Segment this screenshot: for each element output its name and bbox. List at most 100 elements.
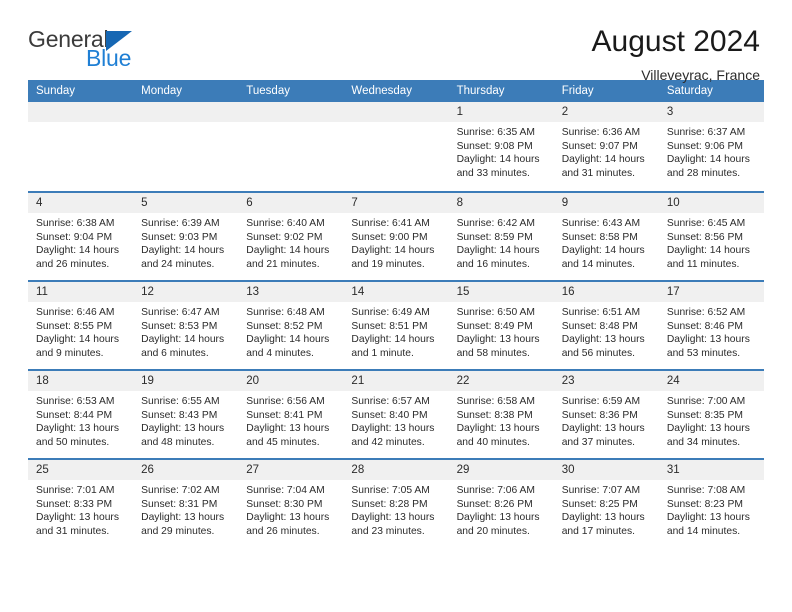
sunset-text: Sunset: 8:55 PM — [36, 320, 113, 332]
day-details: Sunrise: 6:55 AM Sunset: 8:43 PM Daylight:… — [133, 391, 238, 449]
sunset-text: Sunset: 9:06 PM — [666, 140, 743, 152]
sunrise-text: Sunrise: 6:40 AM — [246, 218, 325, 229]
sunset-text: Sunset: 8:23 PM — [666, 498, 743, 510]
day-number: 9 — [553, 193, 659, 213]
sunset-text: Sunset: 8:58 PM — [561, 231, 638, 243]
sunset-text: Sunset: 8:30 PM — [246, 498, 323, 510]
calendar-day-cell: 5 Sunrise: 6:39 AM Sunset: 9:03 PM Daylight… — [133, 193, 239, 280]
title-block: August 2024 Villeveyrac, France — [592, 26, 764, 83]
sunrise-text: Sunrise: 7:07 AM — [561, 485, 641, 496]
daylight-text: Daylight: 14 hours and 33 minutes. — [456, 154, 540, 179]
sunset-text: Sunset: 8:40 PM — [351, 409, 428, 421]
sunset-text: Sunset: 8:35 PM — [666, 409, 743, 421]
day-details: Sunrise: 6:35 AM Sunset: 9:08 PM Daylight:… — [449, 122, 554, 180]
sunset-text: Sunset: 9:00 PM — [351, 231, 428, 243]
weekday-header-monday: Monday — [141, 85, 183, 97]
sunrise-text: Sunrise: 7:04 AM — [246, 485, 325, 496]
day-details: Sunrise: 6:48 AM Sunset: 8:52 PM Daylight:… — [238, 302, 343, 360]
day-number: 13 — [238, 282, 344, 302]
sunset-text: Sunset: 8:53 PM — [141, 320, 218, 332]
day-number: 26 — [133, 460, 239, 480]
calendar-day-cell: 22 Sunrise: 6:58 AM Sunset: 8:38 PM Dayligh… — [448, 371, 554, 458]
weekday-header-friday: Friday — [561, 85, 594, 97]
calendar-day-cell: 6 Sunrise: 6:40 AM Sunset: 9:02 PM Daylight… — [238, 193, 344, 280]
calendar-week-row: 1 Sunrise: 6:35 AM Sunset: 9:08 PM Daylight… — [28, 102, 764, 191]
sunset-text: Sunset: 8:26 PM — [456, 498, 533, 510]
daylight-text: Daylight: 14 hours and 1 minute. — [351, 334, 435, 359]
sunrise-text: Sunrise: 7:01 AM — [36, 485, 115, 496]
sunset-text: Sunset: 8:28 PM — [351, 498, 428, 510]
sunrise-text: Sunrise: 6:41 AM — [351, 218, 430, 229]
day-details: Sunrise: 6:47 AM Sunset: 8:53 PM Daylight:… — [133, 302, 238, 360]
day-number: 31 — [658, 460, 764, 480]
sunset-text: Sunset: 8:36 PM — [561, 409, 638, 421]
day-details: Sunrise: 6:57 AM Sunset: 8:40 PM Daylight:… — [343, 391, 448, 449]
brand-logo: General Blue — [28, 26, 258, 70]
day-details: Sunrise: 7:00 AM Sunset: 8:35 PM Daylight:… — [659, 391, 764, 449]
day-number — [238, 102, 344, 122]
daylight-text: Daylight: 14 hours and 6 minutes. — [141, 334, 225, 359]
calendar-day-cell: 11 Sunrise: 6:46 AM Sunset: 8:55 PM Dayligh… — [28, 282, 134, 369]
calendar-day-cell: 20 Sunrise: 6:56 AM Sunset: 8:41 PM Dayligh… — [238, 371, 344, 458]
daylight-text: Daylight: 13 hours and 37 minutes. — [561, 423, 645, 448]
day-number: 12 — [133, 282, 239, 302]
daylight-text: Daylight: 13 hours and 17 minutes. — [561, 512, 645, 537]
calendar-day-cell: 10 Sunrise: 6:45 AM Sunset: 8:56 PM Dayligh… — [658, 193, 764, 280]
day-number: 29 — [448, 460, 554, 480]
sunrise-text: Sunrise: 6:49 AM — [351, 307, 430, 318]
sunrise-text: Sunrise: 6:46 AM — [36, 307, 115, 318]
sunrise-text: Sunrise: 6:57 AM — [351, 396, 430, 407]
sunrise-text: Sunrise: 6:55 AM — [141, 396, 220, 407]
calendar-week-row: 4 Sunrise: 6:38 AM Sunset: 9:04 PM Daylight… — [28, 191, 764, 280]
daylight-text: Daylight: 13 hours and 20 minutes. — [456, 512, 540, 537]
daylight-text: Daylight: 13 hours and 50 minutes. — [36, 423, 119, 448]
weekday-header-tuesday: Tuesday — [246, 85, 290, 97]
calendar-day-cell: 13 Sunrise: 6:48 AM Sunset: 8:52 PM Dayligh… — [238, 282, 344, 369]
day-number: 5 — [133, 193, 239, 213]
sunrise-text: Sunrise: 6:50 AM — [456, 307, 535, 318]
day-number: 23 — [553, 371, 659, 391]
daylight-text: Daylight: 13 hours and 56 minutes. — [561, 334, 645, 359]
sunset-text: Sunset: 9:08 PM — [456, 140, 533, 152]
daylight-text: Daylight: 13 hours and 42 minutes. — [351, 423, 435, 448]
sunset-text: Sunset: 8:56 PM — [666, 231, 743, 243]
day-details: Sunrise: 7:05 AM Sunset: 8:28 PM Daylight:… — [343, 480, 448, 538]
sunrise-text: Sunrise: 6:53 AM — [36, 396, 115, 407]
daylight-text: Daylight: 14 hours and 11 minutes. — [666, 245, 750, 270]
sunrise-text: Sunrise: 6:51 AM — [561, 307, 641, 318]
sunset-text: Sunset: 8:46 PM — [666, 320, 743, 332]
day-number: 20 — [238, 371, 344, 391]
calendar-day-cell-empty — [28, 102, 134, 191]
day-details: Sunrise: 6:58 AM Sunset: 8:38 PM Daylight:… — [449, 391, 554, 449]
day-number: 24 — [658, 371, 764, 391]
daylight-text: Daylight: 13 hours and 53 minutes. — [666, 334, 750, 359]
calendar-day-cell: 28 Sunrise: 7:05 AM Sunset: 8:28 PM Dayligh… — [343, 460, 449, 547]
weekday-header-row: Sunday Monday Tuesday Wednesday Thursday… — [28, 80, 764, 102]
day-number: 10 — [658, 193, 764, 213]
day-number: 11 — [28, 282, 134, 302]
daylight-text: Daylight: 14 hours and 21 minutes. — [246, 245, 330, 270]
sunrise-text: Sunrise: 7:02 AM — [141, 485, 220, 496]
sunset-text: Sunset: 8:48 PM — [561, 320, 638, 332]
day-number: 1 — [448, 102, 554, 122]
daylight-text: Daylight: 13 hours and 48 minutes. — [141, 423, 225, 448]
sunset-text: Sunset: 9:04 PM — [36, 231, 113, 243]
sunrise-text: Sunrise: 6:48 AM — [246, 307, 325, 318]
weekday-header-sunday: Sunday — [36, 85, 76, 97]
day-details: Sunrise: 6:50 AM Sunset: 8:49 PM Daylight:… — [449, 302, 554, 360]
calendar-day-cell: 12 Sunrise: 6:47 AM Sunset: 8:53 PM Dayligh… — [133, 282, 239, 369]
day-details: Sunrise: 7:01 AM Sunset: 8:33 PM Daylight:… — [28, 480, 133, 538]
calendar-day-cell: 8 Sunrise: 6:42 AM Sunset: 8:59 PM Daylight… — [448, 193, 554, 280]
sunrise-text: Sunrise: 6:47 AM — [141, 307, 220, 318]
sunset-text: Sunset: 8:31 PM — [141, 498, 218, 510]
day-details: Sunrise: 6:43 AM Sunset: 8:58 PM Daylight:… — [554, 213, 659, 271]
calendar-grid: Sunday Monday Tuesday Wednesday Thursday… — [28, 80, 764, 547]
day-details: Sunrise: 6:39 AM Sunset: 9:03 PM Daylight:… — [133, 213, 238, 271]
sunset-text: Sunset: 9:02 PM — [246, 231, 323, 243]
calendar-page: General Blue August 2024 Villeveyrac, Fr… — [0, 0, 792, 612]
sunrise-text: Sunrise: 6:36 AM — [561, 127, 641, 138]
daylight-text: Daylight: 13 hours and 14 minutes. — [666, 512, 750, 537]
day-details: Sunrise: 7:08 AM Sunset: 8:23 PM Daylight:… — [659, 480, 764, 538]
calendar-day-cell: 19 Sunrise: 6:55 AM Sunset: 8:43 PM Dayligh… — [133, 371, 239, 458]
day-number: 25 — [28, 460, 134, 480]
